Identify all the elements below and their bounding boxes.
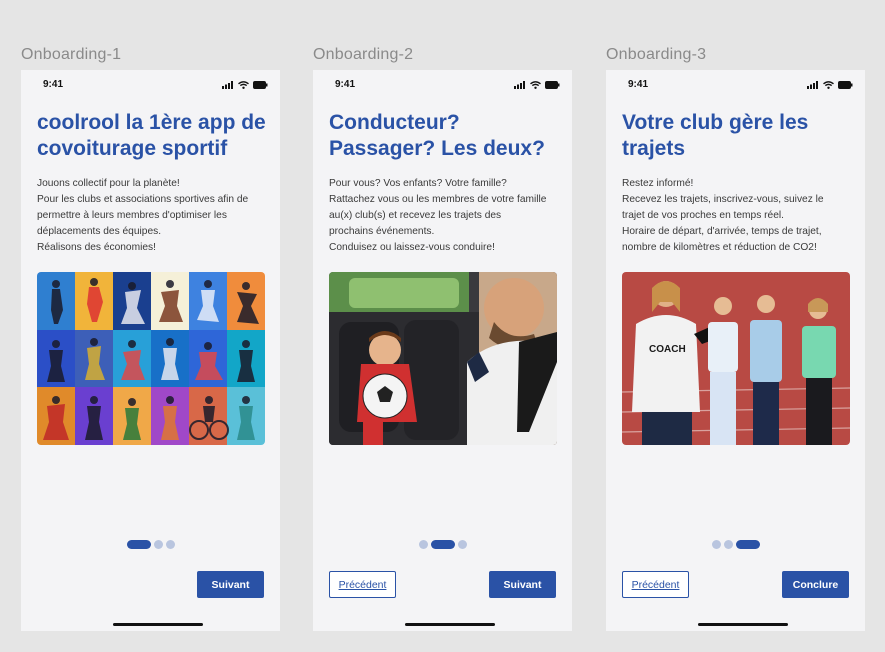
description-line: prochains événements. [329, 226, 435, 237]
next-button[interactable]: Suivant [197, 571, 264, 598]
page-dot [154, 540, 163, 549]
description-line: Jouons collectif pour la planète! [37, 178, 180, 189]
coach-kids-track-image: COACH [622, 272, 850, 445]
page-title: coolrool la 1ère app de covoiturage spor… [37, 110, 269, 162]
previous-button[interactable]: Précédent [329, 571, 396, 598]
title-line: covoiturage sportif [37, 137, 228, 160]
description: Pour vous? Vos enfants? Votre famille? R… [329, 176, 561, 256]
description-line: permettre à leurs membres d'optimiser le… [37, 210, 227, 221]
signal-icon [514, 81, 525, 89]
next-button[interactable]: Suivant [489, 571, 556, 598]
description-line: Pour les clubs et associations sportives… [37, 194, 249, 205]
description: Jouons collectif pour la planète! Pour l… [37, 176, 269, 256]
onboarding-3-screen: 9:41 Votre club gère les trajets Restez … [606, 70, 865, 631]
description-line: Pour vous? Vos enfants? Votre famille? [329, 178, 507, 189]
signal-icon [222, 81, 233, 89]
page-dot [419, 540, 428, 549]
status-time: 9:41 [335, 79, 356, 90]
page-dot-active [127, 540, 151, 549]
page-title: Conducteur? Passager? Les deux? [329, 110, 561, 162]
page-dot [724, 540, 733, 549]
previous-button[interactable]: Précédent [622, 571, 689, 598]
finish-button[interactable]: Conclure [782, 571, 849, 598]
status-time: 9:41 [43, 79, 64, 90]
frame-label-onboarding-2: Onboarding-2 [313, 46, 414, 63]
description: Restez informé! Recevez les trajets, ins… [622, 176, 854, 256]
coach-shirt-text: COACH [649, 344, 686, 355]
page-indicator [606, 540, 865, 550]
home-indicator [405, 623, 495, 626]
description-line: Conduisez ou laissez-vous conduire! [329, 242, 495, 253]
description-line: au(x) club(s) et recevez les trajets des [329, 210, 502, 221]
wifi-icon [238, 81, 249, 89]
title-line: Conducteur? [329, 111, 460, 134]
page-indicator [21, 540, 280, 550]
page-dot [712, 540, 721, 549]
signal-icon [807, 81, 818, 89]
description-line: déplacements des équipes. [37, 226, 162, 237]
page-dot [166, 540, 175, 549]
description-line: Recevez les trajets, inscrivez-vous, sui… [622, 194, 824, 205]
wifi-icon [823, 81, 834, 89]
description-line: Réalisons des économies! [37, 242, 156, 253]
onboarding-1-screen: 9:41 coolrool la 1ère app de covoiturage… [21, 70, 280, 631]
page-indicator [313, 540, 572, 550]
onboarding-2-screen: 9:41 Conducteur? Passager? Les deux? Pou… [313, 70, 572, 631]
description-line: Horaire de départ, d'arrivée, temps de t… [622, 226, 822, 237]
title-line: Votre club gère les [622, 111, 809, 134]
frame-label-onboarding-3: Onboarding-3 [606, 46, 707, 63]
car-child-football-image [329, 272, 557, 445]
battery-icon [545, 81, 560, 89]
title-line: trajets [622, 137, 686, 160]
title-line: coolrool la 1ère app de [37, 111, 266, 134]
home-indicator [113, 623, 203, 626]
description-line: nombre de kilomètres et réduction de CO2… [622, 242, 817, 253]
status-bar: 9:41 [606, 78, 865, 92]
description-line: Rattachez vous ou les membres de votre f… [329, 194, 547, 205]
frame-label-onboarding-1: Onboarding-1 [21, 46, 122, 63]
battery-icon [253, 81, 268, 89]
page-title: Votre club gère les trajets [622, 110, 854, 162]
status-bar: 9:41 [21, 78, 280, 92]
page-dot [458, 540, 467, 549]
sports-collage-image [37, 272, 265, 445]
home-indicator [698, 623, 788, 626]
status-time: 9:41 [628, 79, 649, 90]
description-line: Restez informé! [622, 178, 694, 189]
battery-icon [838, 81, 853, 89]
page-dot-active [431, 540, 455, 549]
page-dot-active [736, 540, 760, 549]
description-line: trajet de vos proches en temps réel. [622, 210, 784, 221]
status-bar: 9:41 [313, 78, 572, 92]
wifi-icon [530, 81, 541, 89]
title-line: Passager? Les deux? [329, 137, 545, 160]
